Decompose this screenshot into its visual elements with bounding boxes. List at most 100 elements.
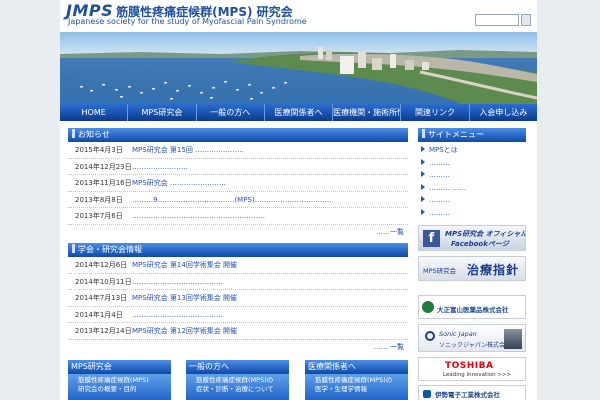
sidebar-item[interactable]: ………	[421, 169, 526, 182]
facebook-banner[interactable]: f MPS研究会 オフィシャル Facebookページ	[418, 225, 526, 251]
events-link[interactable]: MPS研究会 第14回学術集会 開催	[132, 257, 237, 273]
news-more-link[interactable]: ……一覧	[68, 225, 408, 239]
card-general-public[interactable]: 一般の方へ 筋膜性疼痛症候群(MPS)の 症状・診断・治療について	[186, 360, 289, 400]
sponsor-toshiba[interactable]: TOSHIBA Leading Innovation >>>	[418, 357, 526, 381]
news-link[interactable]: ………9……………………………(MPS)……………………………	[132, 192, 332, 208]
events-date: 2013年12月14日	[75, 327, 132, 335]
sidebar-item[interactable]: ………	[421, 194, 526, 207]
card-mps-society[interactable]: MPS研究会 筋膜性疼痛症候群(MPS) 研究会の概要・目的	[68, 360, 171, 400]
card-body: 筋膜性疼痛症候群(MPS)の 医学・生理学情報	[305, 374, 408, 400]
news-date: 2015年4月3日	[75, 146, 123, 154]
search-button[interactable]	[521, 14, 531, 26]
sidebar-item-label: ………	[429, 171, 450, 180]
nav-membership[interactable]: 入会申し込み	[470, 104, 537, 121]
nav-related-links[interactable]: 関連リンク	[401, 104, 470, 121]
sidebar-item-label: ………	[429, 196, 450, 205]
sponsor-taisho-toyama[interactable]: 大正富山医薬品株式会社	[418, 295, 526, 319]
news-row: 2015年4月3日 MPS研究会 第15回 …………………	[68, 142, 408, 159]
triangle-bullet-icon	[421, 158, 425, 165]
feature-cards: MPS研究会 筋膜性疼痛症候群(MPS) 研究会の概要・目的 一般の方へ 筋膜性…	[68, 360, 408, 400]
card-body: 筋膜性疼痛症候群(MPS) 研究会の概要・目的	[68, 374, 171, 400]
events-date: 2014年1月4日	[75, 310, 123, 319]
events-date: 2014年12月6日	[75, 261, 128, 269]
main-content: お知らせ 2015年4月3日 MPS研究会 第15回 ………………… 2014年…	[60, 121, 537, 400]
sidebar-menu: サイトメニュー MPSとは ……… ……… ……… …… ……… ………	[418, 128, 526, 220]
events-heading: 学会・研究会情報	[68, 243, 408, 257]
header-banner-photo	[60, 32, 537, 104]
nav-general-public[interactable]: 一般の方へ	[197, 104, 265, 121]
sonic-logo-icon	[425, 331, 435, 341]
news-heading: お知らせ	[68, 128, 408, 142]
facebook-banner-subtitle: Facebookページ	[451, 240, 509, 248]
news-link[interactable]: ……………………	[132, 159, 188, 175]
news-link[interactable]: MPS研究会 第15回 …………………	[132, 142, 244, 158]
sidebar-item[interactable]: ………	[421, 157, 526, 170]
sponsor-name: 伊勢電子工業株式会社	[435, 391, 500, 399]
sidebar-item[interactable]: MPSとは	[421, 144, 526, 157]
card-line: 研究会の概要・目的	[78, 385, 137, 393]
triangle-bullet-icon	[421, 146, 425, 152]
sponsor-sonic-japan[interactable]: Sonic Japan ソニックジャパン株式会社	[418, 324, 526, 352]
events-date: 2014年10月11日	[75, 277, 132, 286]
treatment-guidelines-banner[interactable]: MPS研究会 治療指針	[418, 256, 526, 281]
events-more-link[interactable]: …… 一覧	[68, 340, 408, 354]
events-row: 2014年1月4日 …………………………………	[68, 307, 408, 323]
triangle-bullet-icon	[421, 183, 425, 190]
events-link[interactable]: MPS研究会 第12回学術集会 開催	[132, 323, 237, 339]
events-row: 2013年12月14日 MPS研究会 第12回学術集会 開催	[68, 323, 408, 340]
sponsor-name: 大正富山医薬品株式会社	[437, 306, 509, 314]
sidebar-item[interactable]: ………	[421, 207, 526, 220]
events-date: 2014年7月13日	[75, 294, 128, 302]
facebook-icon: f	[423, 230, 440, 247]
events-link[interactable]: …………………………………	[132, 274, 223, 290]
events-link[interactable]: …………………………………	[132, 307, 223, 323]
global-nav: HOME MPS研究会 一般の方へ 医療関係者へ 医療機関・施術所情報 関連リン…	[60, 104, 537, 121]
sponsor-ise-denshi[interactable]: 伊勢電子工業株式会社	[418, 385, 526, 400]
card-medical-professionals[interactable]: 医療関係者へ 筋膜性疼痛症候群(MPS)の 医学・生理学情報	[305, 360, 408, 400]
events-row: 2014年12月6日 MPS研究会 第14回学術集会 開催	[68, 257, 408, 274]
nav-home[interactable]: HOME	[60, 104, 129, 121]
sidebar-item-label: ………	[429, 208, 450, 217]
card-line: 医学・生理学情報	[315, 385, 367, 393]
sponsor-tagline: Leading Innovation >>>	[443, 372, 512, 378]
news-row: 2014年12月23日 ……………………	[68, 159, 408, 175]
sidebar-item-label: ……… ……	[429, 183, 467, 192]
facebook-banner-title: MPS研究会 オフィシャル	[445, 230, 526, 238]
card-line: 症状・診断・治療について	[196, 385, 274, 393]
triangle-bullet-icon	[421, 171, 425, 178]
card-line: 筋膜性疼痛症候群(MPS)の	[315, 376, 393, 384]
sponsor-name: TOSHIBA	[445, 361, 494, 371]
search-input[interactable]	[475, 14, 519, 26]
news-row: 2013年11月16日 MPS研究会 ……………………	[68, 175, 408, 192]
card-title: 一般の方へ	[186, 360, 289, 374]
events-link[interactable]: MPS研究会 第13回学術集会 開催	[132, 290, 237, 306]
sidebar-item-label: ………	[429, 158, 450, 167]
events-row: 2014年7月13日 MPS研究会 第13回学術集会 開催	[68, 290, 408, 307]
harbor-city-illustration	[60, 32, 537, 104]
sidebar-heading: サイトメニュー	[418, 128, 526, 142]
logo-subtitle: Japanese society for the study of Myofas…	[68, 17, 307, 26]
news-row: 2013年7月6日 …………………………………………………	[68, 208, 408, 225]
nav-clinic-info[interactable]: 医療機関・施術所情報	[333, 104, 402, 121]
site-header: JMPS 筋膜性疼痛症候群(MPS) 研究会 Japanese society f…	[60, 0, 537, 32]
nav-mps-society[interactable]: MPS研究会	[128, 104, 197, 121]
news-link[interactable]: MPS研究会 ……………………	[132, 175, 226, 191]
card-title: MPS研究会	[68, 360, 171, 374]
device-image	[504, 329, 522, 349]
card-body: 筋膜性疼痛症候群(MPS)の 症状・診断・治療について	[186, 374, 289, 400]
sidebar-item-label: MPSとは	[429, 146, 458, 154]
triangle-bullet-icon	[421, 208, 425, 215]
card-title: 医療関係者へ	[305, 360, 408, 374]
guidelines-title: 治療指針	[467, 263, 520, 277]
news-link[interactable]: …………………………………………………	[132, 208, 265, 224]
taisho-logo-icon	[422, 301, 434, 313]
card-line: 筋膜性疼痛症候群(MPS)の	[196, 376, 274, 384]
news-box: お知らせ 2015年4月3日 MPS研究会 第15回 ………………… 2014年…	[68, 128, 408, 239]
ise-logo-icon	[423, 390, 431, 398]
page: JMPS 筋膜性疼痛症候群(MPS) 研究会 Japanese society f…	[0, 0, 600, 400]
sidebar-item[interactable]: ……… ……	[421, 182, 526, 195]
nav-medical-professionals[interactable]: 医療関係者へ	[265, 104, 334, 121]
triangle-bullet-icon	[421, 196, 425, 203]
events-row: 2014年10月11日 …………………………………	[68, 274, 408, 290]
sponsor-name-jp: ソニックジャパン株式会社	[439, 342, 512, 349]
